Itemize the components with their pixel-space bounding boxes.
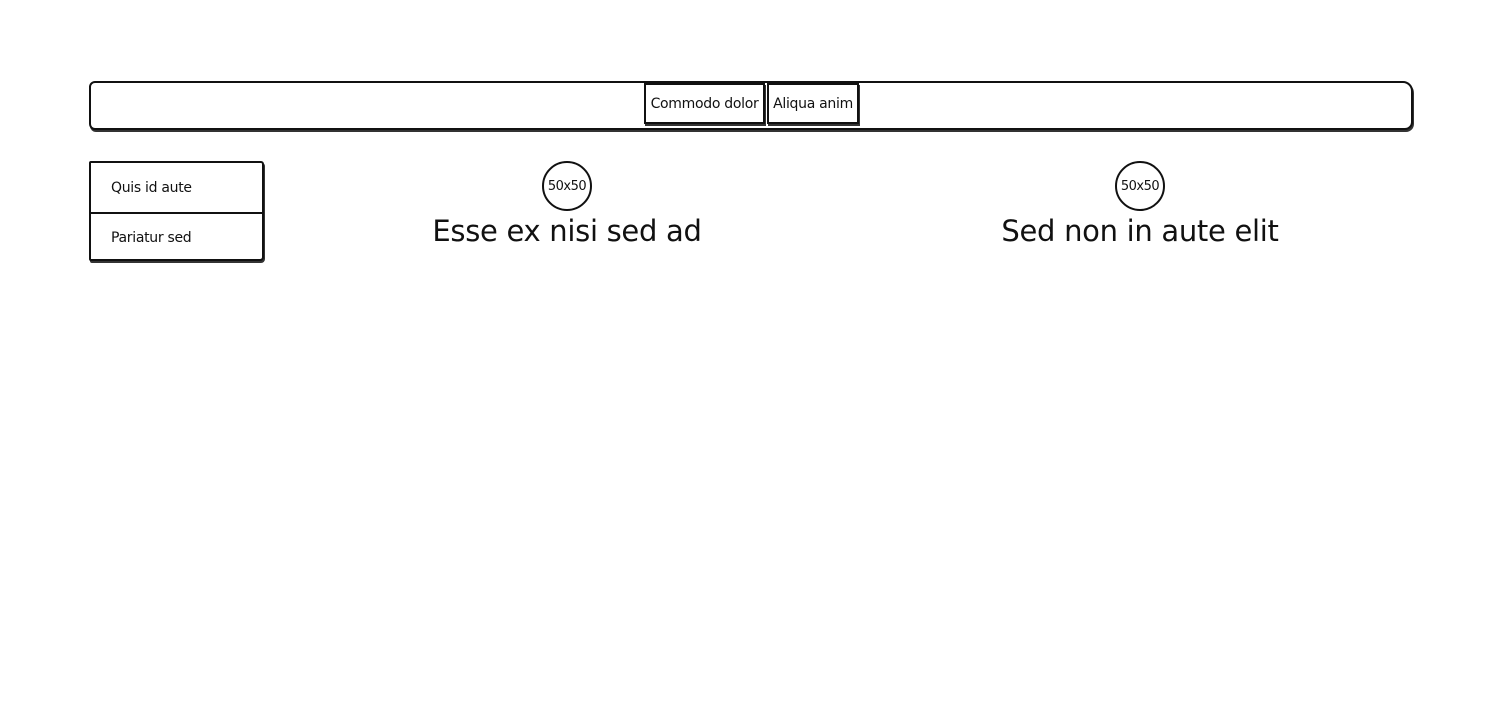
nav-tab-label: Commodo dolor bbox=[650, 95, 759, 112]
side-menu: Quis id aute Pariatur sed bbox=[89, 161, 264, 261]
nav-tab-label: Aliqua anim bbox=[773, 95, 853, 112]
block-heading: Sed non in aute elit bbox=[1001, 214, 1279, 248]
nav-tabs: Commodo dolor Aliqua anim bbox=[644, 83, 859, 128]
image-placeholder-label: 50x50 bbox=[547, 178, 587, 194]
top-navbar: Commodo dolor Aliqua anim bbox=[89, 81, 1413, 130]
side-menu-item-label: Pariatur sed bbox=[111, 229, 192, 246]
nav-tab-commodo-dolor[interactable]: Commodo dolor bbox=[644, 83, 765, 124]
image-placeholder: 50x50 bbox=[542, 161, 592, 211]
nav-tab-aliqua-anim[interactable]: Aliqua anim bbox=[767, 83, 859, 124]
side-menu-item-label: Quis id aute bbox=[111, 179, 192, 196]
content-block: 50x50 Sed non in aute elit bbox=[940, 161, 1340, 249]
image-placeholder: 50x50 bbox=[1115, 161, 1165, 211]
image-placeholder-label: 50x50 bbox=[1120, 178, 1160, 194]
content-block: 50x50 Esse ex nisi sed ad bbox=[367, 161, 767, 249]
side-menu-item-quis-id-aute[interactable]: Quis id aute bbox=[91, 163, 262, 212]
block-heading: Esse ex nisi sed ad bbox=[432, 214, 702, 248]
side-menu-item-pariatur-sed[interactable]: Pariatur sed bbox=[91, 212, 262, 261]
